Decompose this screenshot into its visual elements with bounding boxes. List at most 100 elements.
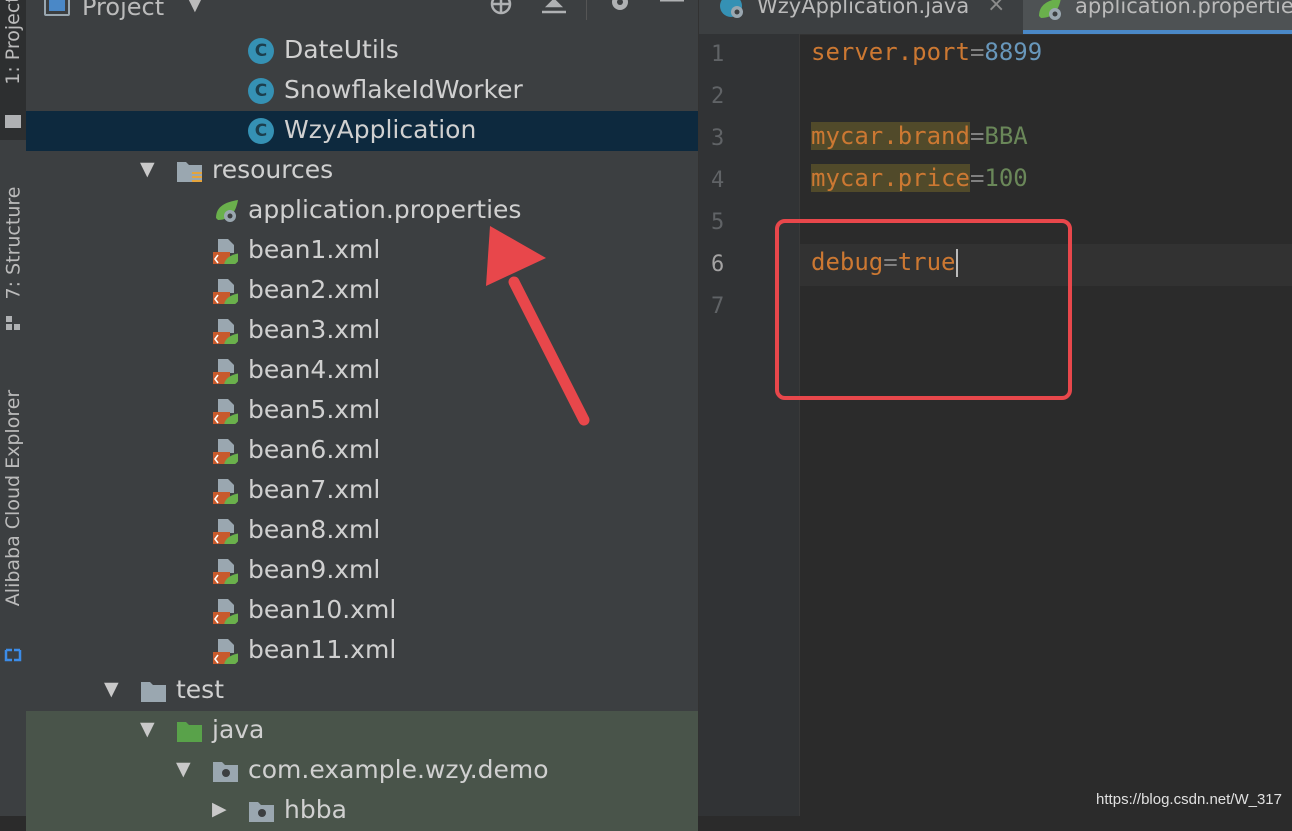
package-icon [213,762,238,782]
project-view-icon [44,0,70,16]
tool-tab-alibaba-cloud-explorer[interactable]: Alibaba Cloud Explorer [0,378,26,678]
expand-arrow-icon[interactable]: ▼ [140,158,155,180]
tree-item-label: DateUtils [284,35,399,64]
tree-item[interactable]: ▼ resources [26,151,698,191]
spring-properties-icon [216,200,238,222]
equals-sign: = [969,38,985,66]
tree-item-label: bean1.xml [248,235,381,264]
spring-xml-icon [213,479,238,504]
tree-item[interactable]: ▼ java [26,711,698,751]
tab-wzyapplication-java[interactable]: WzyApplication.java × [699,0,1017,34]
alibaba-cloud-icon [4,648,22,662]
line-number: 2 [711,84,725,109]
line-number-gutter: 1 2 3 4 5 6 7 [699,34,800,816]
tree-item-label: java [212,715,265,744]
locate-icon[interactable] [486,0,516,20]
property-key: mycar.price [811,164,970,192]
property-value: 8899 [984,38,1043,66]
tree-item[interactable]: bean7.xml [26,471,698,511]
tree-item-label: bean11.xml [248,635,397,664]
test-source-folder-icon [177,722,202,742]
tree-item[interactable]: ▶ hbba [26,791,698,831]
java-class-icon: C [248,38,274,64]
tree-item-label: bean3.xml [248,315,381,344]
spring-xml-icon [213,519,238,544]
java-class-icon: C [248,78,274,104]
tree-item-label: WzyApplication [284,115,477,144]
project-panel-title[interactable]: Project [82,0,164,21]
project-panel: Project ▼ C DateUtils C SnowflakeIdWorke… [26,0,698,831]
spring-xml-icon [213,279,238,304]
tree-item-label: bean5.xml [248,395,381,424]
spring-properties-icon [1039,0,1061,20]
spring-xml-icon [213,239,238,264]
gear-icon[interactable] [606,0,634,18]
tree-item[interactable]: bean10.xml [26,591,698,631]
line-number-current: 6 [711,252,725,277]
tree-item[interactable]: ▼ test [26,671,698,711]
spring-xml-icon [213,319,238,344]
gutter-divider [799,34,800,816]
tree-item-label: bean7.xml [248,475,381,504]
folder-icon [5,115,21,128]
expand-arrow-icon[interactable]: ▼ [176,758,191,780]
watermark-text: https://blog.csdn.net/W_317 [1096,791,1282,808]
tool-tab-project-label: 1: Project [2,0,25,85]
tab-label: application.properties [1075,0,1292,18]
structure-icon [6,316,20,330]
equals-sign: = [969,164,985,192]
tree-item-label: resources [212,155,334,184]
line-number: 3 [711,126,725,151]
spring-xml-icon [213,599,238,624]
annotation-arrow [486,226,590,426]
tab-application-properties[interactable]: application.properties [1023,0,1292,34]
minimize-icon[interactable] [658,0,686,14]
collapsed-arrow-icon[interactable]: ▶ [212,798,227,820]
tree-item[interactable]: bean9.xml [26,551,698,591]
editor-pane: WzyApplication.java × application.proper… [698,0,1292,816]
spring-xml-icon [213,639,238,664]
line-number: 4 [711,168,725,193]
header-divider [586,0,587,20]
tree-item[interactable]: ▼ com.example.wzy.demo [26,751,698,791]
tree-item-label: bean10.xml [248,595,397,624]
tree-item-label: hbba [284,795,347,824]
line-number: 5 [711,210,725,235]
tree-item[interactable]: bean8.xml [26,511,698,551]
spring-xml-icon [213,559,238,584]
folder-icon [141,682,166,702]
tool-tab-project[interactable]: 1: Project [0,0,26,140]
spring-xml-icon [213,399,238,424]
code-line[interactable]: mycar.brand=BBA [811,122,1028,150]
property-value: 100 [984,164,1028,192]
code-line[interactable]: mycar.price=100 [811,164,1028,192]
tree-item-label: bean4.xml [248,355,381,384]
tree-item-selected[interactable]: C WzyApplication [26,111,698,151]
collapse-all-icon[interactable] [540,0,568,20]
tree-item-label: test [176,675,225,704]
tool-window-strip: 1: Project 7: Structure Alibaba Cloud Ex… [0,0,27,816]
tool-tab-structure-label: 7: Structure [2,186,25,300]
tree-item[interactable]: C SnowflakeIdWorker [26,71,698,111]
code-line[interactable]: server.port=8899 [811,38,1042,66]
resources-folder-icon [177,162,202,182]
tool-tab-structure[interactable]: 7: Structure [0,168,26,338]
spring-boot-class-icon: C [248,118,274,144]
expand-arrow-icon[interactable]: ▼ [140,718,155,740]
property-key: mycar.brand [811,122,970,150]
line-number: 1 [711,42,725,67]
expand-arrow-icon[interactable]: ▼ [104,678,119,700]
tree-item-label: com.example.wzy.demo [248,755,549,784]
tree-item[interactable]: bean11.xml [26,631,698,671]
tree-item[interactable]: C DateUtils [26,31,698,71]
tree-item-label: SnowflakeIdWorker [284,75,523,104]
tree-item-label: bean9.xml [248,555,381,584]
spring-xml-icon [213,359,238,384]
annotation-highlight-box [775,219,1072,400]
package-icon [249,802,274,822]
spring-boot-class-icon [720,0,743,18]
chevron-down-icon[interactable]: ▼ [188,0,202,15]
property-value: BBA [984,122,1028,150]
close-icon[interactable]: × [987,0,1005,17]
tree-item[interactable]: bean6.xml [26,431,698,471]
